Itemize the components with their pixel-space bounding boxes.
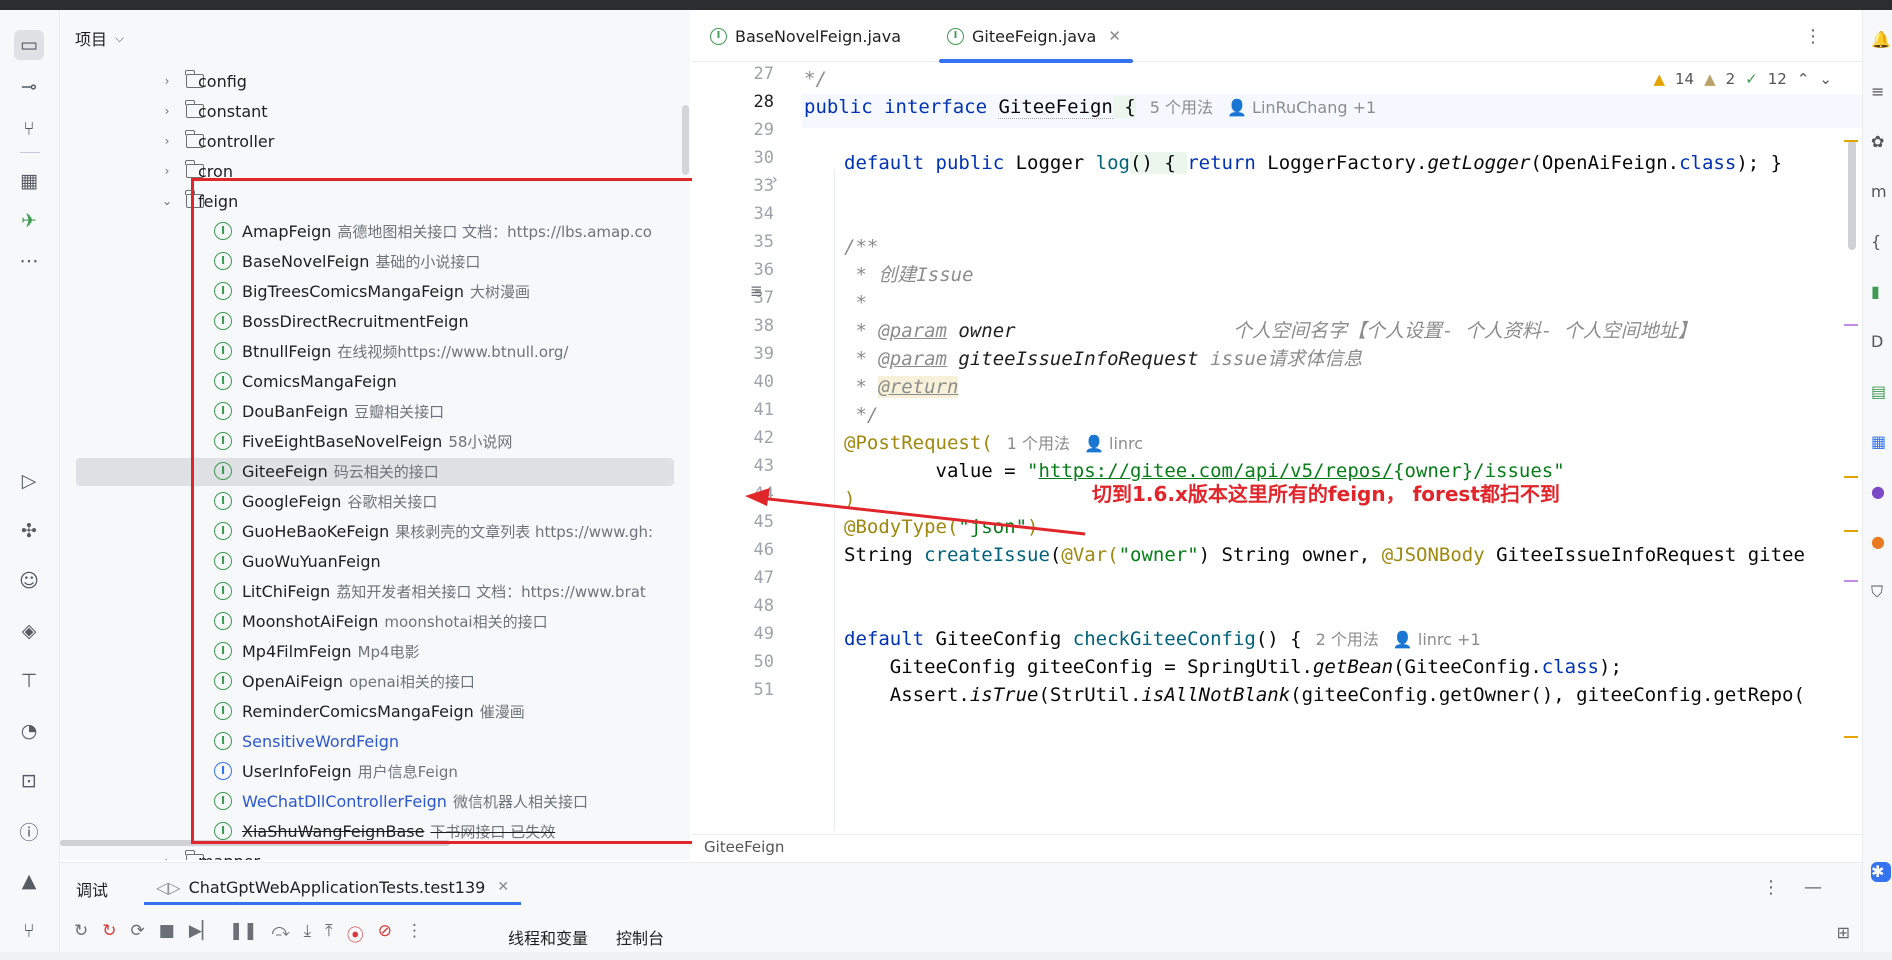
right-tool-rail: 🔔 ≡ ✿ m { ▮ D ▤ ▦ ● ● ⛉ ✱ xyxy=(1862,10,1892,960)
debug-title: 调试 xyxy=(76,881,109,900)
debug-bug-icon[interactable]: ✱ xyxy=(1871,862,1891,882)
step-over-icon[interactable]: ⤼ xyxy=(271,921,289,946)
maven-icon[interactable]: m xyxy=(1871,182,1891,202)
arrow-line xyxy=(759,496,1086,536)
json-icon[interactable]: { xyxy=(1871,232,1891,252)
resume-icon[interactable]: ▶▏ xyxy=(189,921,215,946)
test-icon: ◁▷ xyxy=(156,877,181,897)
plugin-icon[interactable]: ✿ xyxy=(1871,132,1891,152)
threads-variables-tab[interactable]: 线程和变量 xyxy=(508,925,588,949)
more-horizontal-icon[interactable]: ⋮ xyxy=(406,921,423,946)
debug-toolbar: ↻ ↻ ⟳ ■ ▶▏ ❚❚ ⤼ ⤓ ⤒ ⦿ ⊘ ⋮ xyxy=(74,921,423,946)
database-icon[interactable]: ≡ xyxy=(1871,82,1891,102)
notifications-icon[interactable]: 🔔 xyxy=(1871,30,1891,50)
minimize-icon[interactable]: — xyxy=(1804,877,1822,898)
debug-session-tab[interactable]: ◁▷ ChatGptWebApplicationTests.test139 ✕ xyxy=(144,871,522,905)
step-out-icon[interactable]: ⤒ xyxy=(325,921,333,946)
view-breakpoints-icon[interactable]: ⦿ xyxy=(347,921,364,946)
shield-icon[interactable]: ⛉ xyxy=(1871,582,1891,602)
debug-session-label: ChatGptWebApplicationTests.test139 xyxy=(188,877,486,897)
table-icon[interactable]: ▤ xyxy=(1871,382,1891,402)
step-into-icon[interactable]: ⤓ xyxy=(304,921,312,946)
tool-icon[interactable]: ● xyxy=(1871,532,1891,552)
mute-breakpoints-icon[interactable]: ⊘ xyxy=(378,921,392,946)
close-icon[interactable]: ✕ xyxy=(497,879,509,895)
debug-tool-window: 调试 ◁▷ ChatGptWebApplicationTests.test139… xyxy=(60,862,1862,960)
document-icon[interactable]: D xyxy=(1871,332,1891,352)
rerun-failed-icon[interactable]: ↻ xyxy=(102,921,116,946)
debug-window-controls: ⋮ — xyxy=(1762,877,1822,898)
pause-icon[interactable]: ❚❚ xyxy=(229,921,258,946)
grid-icon[interactable]: ▦ xyxy=(1871,432,1891,452)
annotation-text: 切到1.6.x版本这里所有的feign， forest都扫不到 xyxy=(1092,482,1560,506)
api-icon[interactable]: ● xyxy=(1871,482,1891,502)
layout-icon[interactable]: ⊞ xyxy=(1837,923,1850,942)
more-vertical-icon[interactable]: ⋮ xyxy=(1762,877,1780,898)
rerun-debug-icon[interactable]: ⟳ xyxy=(131,921,145,946)
annotation-arrow xyxy=(745,488,1086,536)
status-bar xyxy=(0,952,1892,960)
stop-icon[interactable]: ■ xyxy=(159,921,175,946)
console-tab[interactable]: 控制台 xyxy=(616,925,664,949)
rerun-icon[interactable]: ↻ xyxy=(74,921,88,946)
arrow-head xyxy=(745,488,770,506)
chart-icon[interactable]: ▮ xyxy=(1871,282,1891,302)
